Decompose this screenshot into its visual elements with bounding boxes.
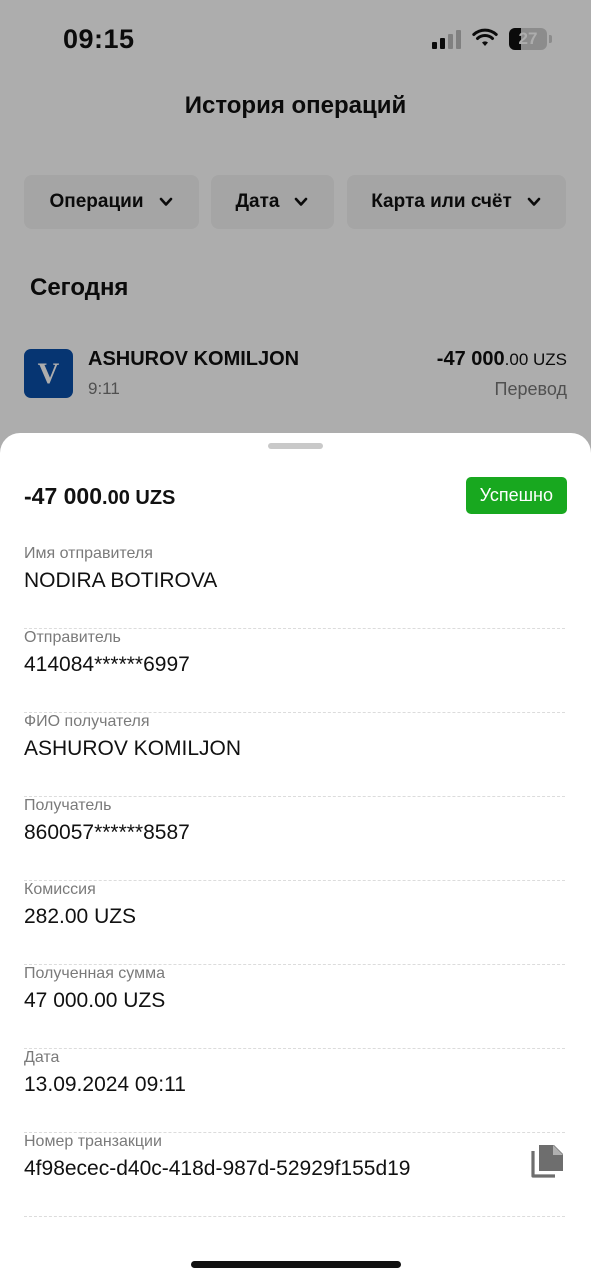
detail-received-amount: Полученная сумма 47 000.00 UZS — [24, 965, 565, 1049]
detail-transaction-id: Номер транзакции 4f98ecec-d40c-418d-987d… — [24, 1133, 565, 1217]
detail-sender-card: Отправитель 414084******6997 — [24, 629, 565, 713]
detail-value: ASHUROV KOMILJON — [24, 737, 242, 760]
transaction-amount-main: -47 000 — [24, 483, 103, 509]
transaction-amount-decimals: .00 UZS — [102, 487, 176, 509]
detail-label: Получатель — [24, 797, 112, 814]
detail-value: 860057******8587 — [24, 821, 190, 844]
detail-recipient-name: ФИО получателя ASHUROV KOMILJON — [24, 713, 565, 797]
status-badge: Успешно — [465, 477, 567, 514]
detail-value: 13.09.2024 09:11 — [24, 1073, 186, 1096]
detail-label: Имя отправителя — [24, 545, 153, 562]
detail-value: 414084******6997 — [24, 653, 190, 676]
detail-label: Номер транзакции — [24, 1133, 162, 1150]
detail-value: 282.00 UZS — [24, 905, 137, 928]
copy-icon[interactable] — [531, 1143, 565, 1179]
detail-commission: Комиссия 282.00 UZS — [24, 881, 565, 965]
detail-value: NODIRA BOTIROVA — [24, 569, 218, 592]
detail-label: Полученная сумма — [24, 965, 166, 982]
detail-date: Дата 13.09.2024 09:11 — [24, 1049, 565, 1133]
detail-recipient-card: Получатель 860057******8587 — [24, 797, 565, 881]
transaction-amount: -47 000.00 UZS — [24, 483, 175, 510]
detail-value: 47 000.00 UZS — [24, 989, 166, 1012]
detail-label: Дата — [24, 1049, 60, 1066]
detail-label: ФИО получателя — [24, 713, 150, 730]
sheet-grabber[interactable] — [268, 443, 323, 449]
screen: 09:15 27 История операций Операции Дата … — [0, 0, 591, 1280]
detail-sender-name: Имя отправителя NODIRA BOTIROVA — [24, 545, 565, 629]
detail-label: Комиссия — [24, 881, 96, 898]
transaction-details-sheet: -47 000.00 UZS Успешно Имя отправителя N… — [0, 433, 591, 1280]
detail-label: Отправитель — [24, 629, 121, 646]
home-indicator[interactable] — [191, 1261, 401, 1268]
detail-value: 4f98ecec-d40c-418d-987d-52929f155d19 — [24, 1157, 411, 1180]
details-list: Имя отправителя NODIRA BOTIROVA Отправит… — [24, 545, 565, 1217]
